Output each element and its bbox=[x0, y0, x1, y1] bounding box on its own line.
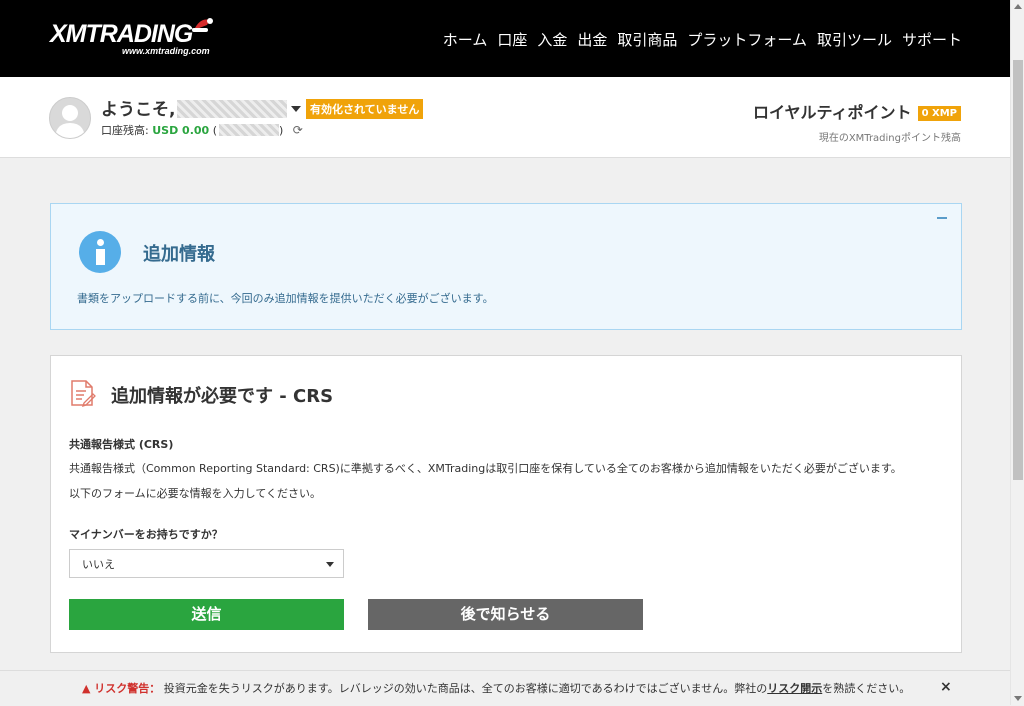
form-title: 追加情報が必要です - CRS bbox=[111, 386, 334, 407]
scroll-up-arrow-icon[interactable] bbox=[1014, 4, 1022, 9]
balance-value: USD 0.00 bbox=[152, 124, 210, 137]
risk-warning-text: ▲ リスク警告： 投資元金を失うリスクがあります。レバレッジの効いた商品は、全て… bbox=[82, 680, 910, 696]
mynumber-select[interactable]: いいえ bbox=[69, 549, 344, 578]
risk-disclosure-link[interactable]: リスク開示 bbox=[767, 682, 822, 695]
scroll-down-arrow-icon[interactable] bbox=[1014, 696, 1022, 701]
logo-url: www.xmtrading.com bbox=[122, 46, 210, 56]
redacted-account-number bbox=[218, 124, 279, 136]
avatar bbox=[49, 97, 91, 139]
info-title: 追加情報 bbox=[143, 244, 215, 265]
crs-form-panel: 追加情報が必要です - CRS 共通報告様式 (CRS) 共通報告様式（Comm… bbox=[50, 355, 962, 653]
risk-warning-body: 投資元金を失うリスクがあります。レバレッジの効いた商品は、全てのお客様に適切であ… bbox=[160, 682, 768, 695]
notify-later-button[interactable]: 後で知らせる bbox=[368, 599, 643, 630]
balance-paren-open: ( bbox=[212, 124, 217, 137]
santa-hat-icon bbox=[192, 18, 213, 32]
status-badge: 有効化されていません bbox=[306, 99, 424, 119]
nav-platforms[interactable]: プラットフォーム bbox=[687, 29, 807, 50]
balance-paren-close: ) bbox=[278, 124, 284, 137]
crs-paragraph-2: 以下のフォームに必要な情報を入力してください。 bbox=[69, 487, 322, 500]
nav-account[interactable]: 口座 bbox=[497, 29, 527, 50]
select-value: いいえ bbox=[82, 558, 115, 571]
nav-tools[interactable]: 取引ツール bbox=[817, 29, 892, 50]
main-nav: ホーム 口座 入金 出金 取引商品 プラットフォーム 取引ツール サポート bbox=[443, 29, 962, 50]
vertical-scrollbar[interactable] bbox=[1010, 0, 1024, 705]
nav-withdrawal[interactable]: 出金 bbox=[577, 29, 607, 50]
nav-support[interactable]: サポート bbox=[902, 29, 962, 50]
refresh-icon[interactable]: ⟳ bbox=[293, 123, 303, 137]
risk-warning-tail: を熟読ください。 bbox=[822, 682, 911, 695]
crs-paragraph-1: 共通報告様式（Common Reporting Standard: CRS)に準… bbox=[69, 462, 902, 475]
user-bar: ようこそ, 有効化されていません 口座残高: USD 0.00 () ⟳ ロイヤ… bbox=[0, 77, 1010, 158]
loyalty-points-badge: 0 XMP bbox=[917, 106, 961, 121]
dropdown-arrow-icon bbox=[326, 562, 334, 567]
nav-deposit[interactable]: 入金 bbox=[537, 29, 567, 50]
nav-products[interactable]: 取引商品 bbox=[617, 29, 677, 50]
nav-home[interactable]: ホーム bbox=[443, 29, 488, 50]
crs-heading: 共通報告様式 (CRS) bbox=[69, 438, 174, 451]
scroll-thumb[interactable] bbox=[1013, 60, 1023, 480]
balance-label: 口座残高: bbox=[101, 124, 149, 137]
risk-warning-label: ▲ リスク警告： bbox=[82, 682, 161, 695]
logo-text: XMTRADING bbox=[50, 20, 193, 48]
submit-button[interactable]: 送信 bbox=[69, 599, 344, 630]
collapse-minus-icon[interactable] bbox=[937, 217, 947, 219]
top-navbar: XMTRADING www.xmtrading.com ホーム 口座 入金 出金… bbox=[0, 0, 1010, 77]
info-icon bbox=[79, 231, 121, 273]
user-silhouette-icon bbox=[55, 105, 85, 138]
info-panel: 追加情報 書類をアップロードする前に、今回のみ追加情報を提供いただく必要がござい… bbox=[50, 203, 962, 330]
mynumber-question-label: マイナンバーをお持ちですか？ bbox=[69, 528, 223, 541]
risk-warning-bar: ▲ リスク警告： 投資元金を失うリスクがあります。レバレッジの効いた商品は、全て… bbox=[0, 670, 1010, 706]
xmtrading-logo[interactable]: XMTRADING www.xmtrading.com bbox=[50, 18, 213, 56]
close-icon[interactable]: × bbox=[940, 679, 952, 695]
document-edit-icon bbox=[71, 380, 96, 407]
welcome-label: ようこそ, bbox=[101, 100, 176, 120]
user-menu-caret-icon[interactable] bbox=[291, 106, 302, 112]
loyalty-points: ロイヤルティポイント 0 XMP 現在のXMTradingポイント残高 bbox=[753, 99, 961, 144]
account-balance: 口座残高: USD 0.00 () ⟳ bbox=[101, 122, 303, 138]
welcome-text: ようこそ, bbox=[101, 95, 302, 120]
info-text: 書類をアップロードする前に、今回のみ追加情報を提供いただく必要がございます。 bbox=[77, 292, 494, 305]
loyalty-title: ロイヤルティポイント bbox=[753, 103, 912, 122]
redacted-username bbox=[177, 100, 288, 118]
loyalty-subtitle: 現在のXMTradingポイント残高 bbox=[818, 133, 961, 144]
